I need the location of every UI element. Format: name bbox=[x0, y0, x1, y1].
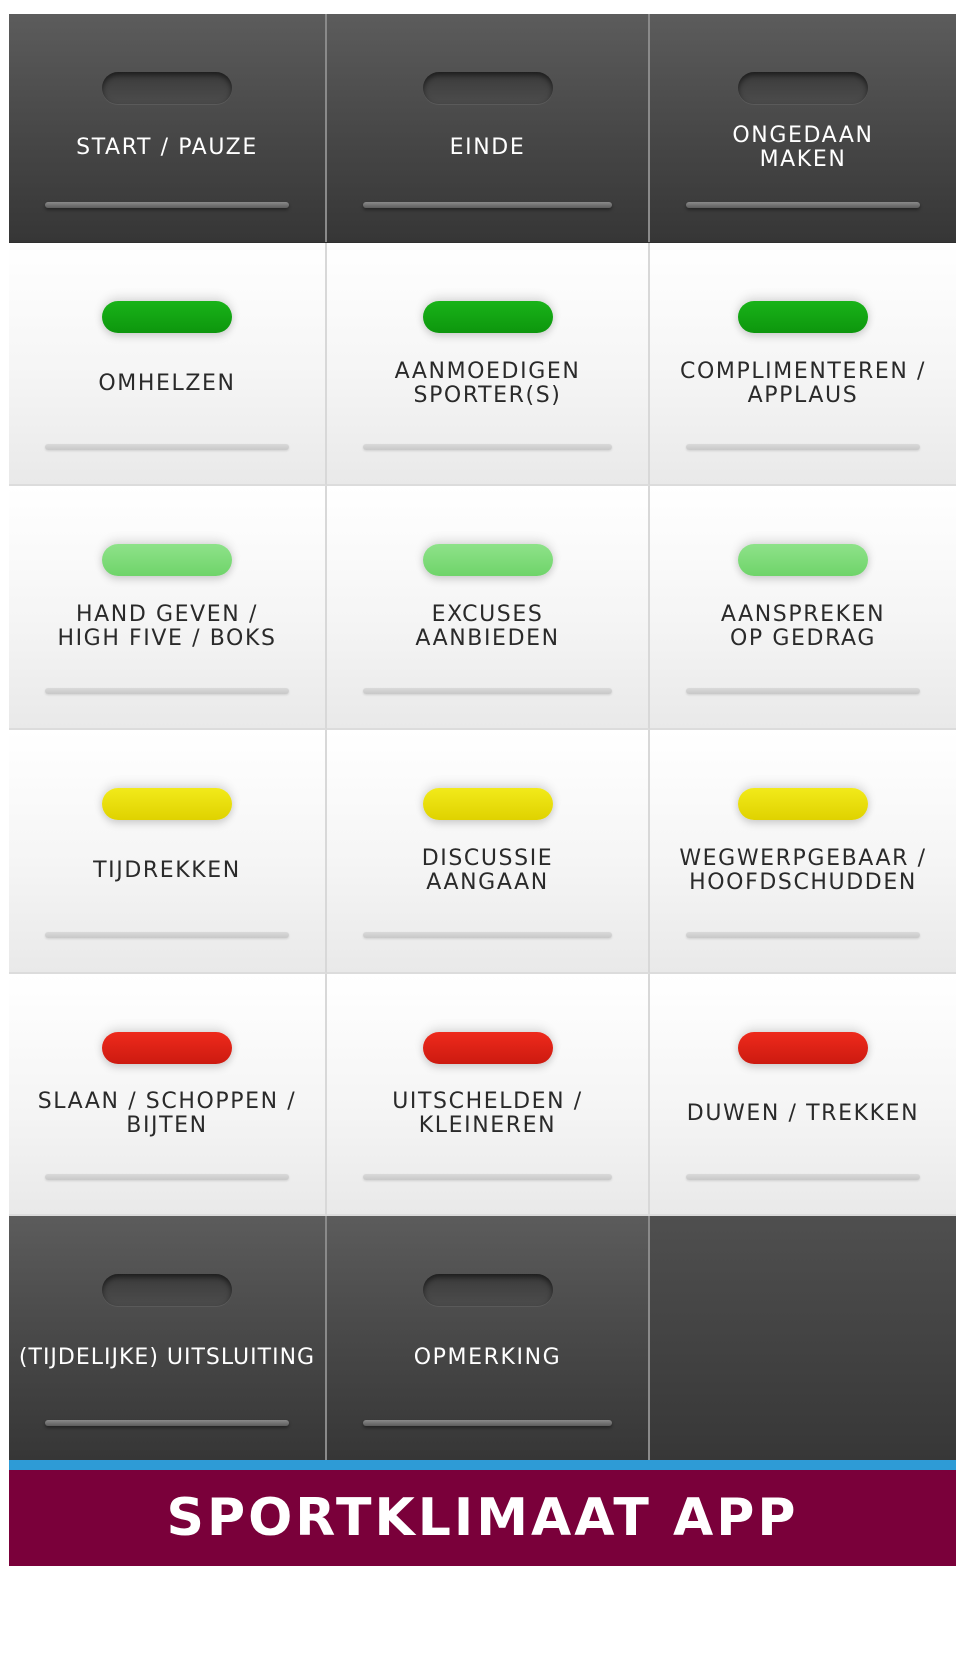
lightgreen-indicator bbox=[102, 544, 232, 576]
button-bottom-bar bbox=[363, 1174, 612, 1180]
button-bottom-bar bbox=[686, 688, 920, 694]
button-label: SLAAN / SCHOPPEN / BIJTEN bbox=[37, 1089, 297, 1138]
end-button[interactable]: EINDE bbox=[327, 14, 650, 242]
handshake-button[interactable]: HAND GEVEN / HIGH FIVE / BOKS bbox=[9, 486, 327, 730]
button-label: EINDE bbox=[449, 135, 526, 160]
button-bottom-bar bbox=[686, 1174, 920, 1180]
row-yellow: TIJDREKKEN DISCUSSIE AANGAAN WEGWERPGEBA… bbox=[9, 730, 956, 974]
push-pull-button[interactable]: DUWEN / TREKKEN bbox=[650, 974, 956, 1216]
indicator-slot bbox=[102, 1274, 232, 1306]
button-label: DUWEN / TREKKEN bbox=[686, 1101, 920, 1126]
button-label: (TIJDELIJKE) UITSLUITING bbox=[18, 1345, 316, 1370]
indicator-slot bbox=[422, 72, 553, 104]
row-green: OMHELZEN AANMOEDIGEN SPORTER(S) COMPLIME… bbox=[9, 243, 956, 486]
button-label: AANMOEDIGEN SPORTER(S) bbox=[394, 358, 581, 408]
encourage-button[interactable]: AANMOEDIGEN SPORTER(S) bbox=[327, 243, 650, 486]
empty-cell bbox=[650, 1216, 956, 1460]
red-indicator bbox=[422, 1032, 553, 1064]
button-bottom-bar bbox=[363, 932, 612, 938]
button-bottom-bar bbox=[45, 688, 289, 694]
green-indicator bbox=[422, 301, 553, 333]
row-lightgreen: HAND GEVEN / HIGH FIVE / BOKS EXCUSES AA… bbox=[9, 486, 956, 730]
start-pause-button[interactable]: START / PAUZE bbox=[9, 14, 327, 242]
button-bottom-bar bbox=[45, 932, 289, 938]
button-bottom-bar bbox=[686, 444, 920, 450]
green-indicator bbox=[738, 301, 868, 333]
button-label: START / PAUZE bbox=[76, 135, 258, 160]
indicator-slot bbox=[422, 1274, 553, 1306]
button-grid: START / PAUZE EINDE ONGEDAAN MAKEN OMHEL… bbox=[9, 14, 956, 1554]
button-bottom-bar bbox=[45, 1174, 289, 1180]
compliment-button[interactable]: COMPLIMENTEREN / APPLAUS bbox=[650, 243, 956, 486]
app-screen: START / PAUZE EINDE ONGEDAAN MAKEN OMHEL… bbox=[9, 14, 956, 1660]
button-label: EXCUSES AANBIEDEN bbox=[415, 602, 560, 651]
button-bottom-bar bbox=[45, 1420, 289, 1426]
button-label: DISCUSSIE AANGAAN bbox=[421, 846, 554, 895]
green-indicator bbox=[102, 301, 232, 333]
button-label: OPMERKING bbox=[413, 1345, 562, 1370]
discussion-button[interactable]: DISCUSSIE AANGAAN bbox=[327, 730, 650, 974]
accent-divider bbox=[9, 1460, 956, 1470]
button-bottom-bar bbox=[686, 932, 920, 938]
button-bottom-bar bbox=[45, 202, 289, 208]
button-label: ONGEDAAN MAKEN bbox=[732, 123, 874, 172]
address-behavior-button[interactable]: AANSPREKEN OP GEDRAG bbox=[650, 486, 956, 730]
button-bottom-bar bbox=[363, 1420, 612, 1426]
button-bottom-bar bbox=[363, 444, 612, 450]
lightgreen-indicator bbox=[422, 544, 553, 576]
footer-banner: SPORTKLIMAAT APP bbox=[9, 1470, 956, 1566]
app-title: SPORTKLIMAAT APP bbox=[166, 1488, 799, 1548]
yellow-indicator bbox=[738, 788, 868, 820]
indicator-slot bbox=[738, 72, 868, 104]
button-label: TIJDREKKEN bbox=[93, 858, 241, 883]
button-bottom-bar bbox=[686, 202, 920, 208]
hit-kick-bite-button[interactable]: SLAAN / SCHOPPEN / BIJTEN bbox=[9, 974, 327, 1216]
button-label: AANSPREKEN OP GEDRAG bbox=[720, 602, 886, 651]
row-red: SLAAN / SCHOPPEN / BIJTEN UITSCHELDEN / … bbox=[9, 974, 956, 1216]
button-label: OMHELZEN bbox=[98, 370, 236, 396]
hug-button[interactable]: OMHELZEN bbox=[9, 243, 327, 486]
time-wasting-button[interactable]: TIJDREKKEN bbox=[9, 730, 327, 974]
apologize-button[interactable]: EXCUSES AANBIEDEN bbox=[327, 486, 650, 730]
remark-button[interactable]: OPMERKING bbox=[327, 1216, 650, 1460]
button-bottom-bar bbox=[45, 444, 289, 450]
button-label: COMPLIMENTEREN / APPLAUS bbox=[680, 358, 926, 408]
button-bottom-bar bbox=[363, 688, 612, 694]
insult-button[interactable]: UITSCHELDEN / KLEINEREN bbox=[327, 974, 650, 1216]
red-indicator bbox=[102, 1032, 232, 1064]
indicator-slot bbox=[102, 72, 232, 104]
dismissive-gesture-button[interactable]: WEGWERPGEBAAR / HOOFDSCHUDDEN bbox=[650, 730, 956, 974]
button-label: HAND GEVEN / HIGH FIVE / BOKS bbox=[57, 602, 277, 651]
exclusion-button[interactable]: (TIJDELIJKE) UITSLUITING bbox=[9, 1216, 327, 1460]
yellow-indicator bbox=[422, 788, 553, 820]
red-indicator bbox=[738, 1032, 868, 1064]
button-label: UITSCHELDEN / KLEINEREN bbox=[392, 1089, 583, 1138]
row-actions: (TIJDELIJKE) UITSLUITING OPMERKING bbox=[9, 1216, 956, 1460]
lightgreen-indicator bbox=[738, 544, 868, 576]
yellow-indicator bbox=[102, 788, 232, 820]
button-label: WEGWERPGEBAAR / HOOFDSCHUDDEN bbox=[679, 846, 927, 895]
undo-button[interactable]: ONGEDAAN MAKEN bbox=[650, 14, 956, 242]
button-bottom-bar bbox=[363, 202, 612, 208]
row-controls: START / PAUZE EINDE ONGEDAAN MAKEN bbox=[9, 14, 956, 244]
